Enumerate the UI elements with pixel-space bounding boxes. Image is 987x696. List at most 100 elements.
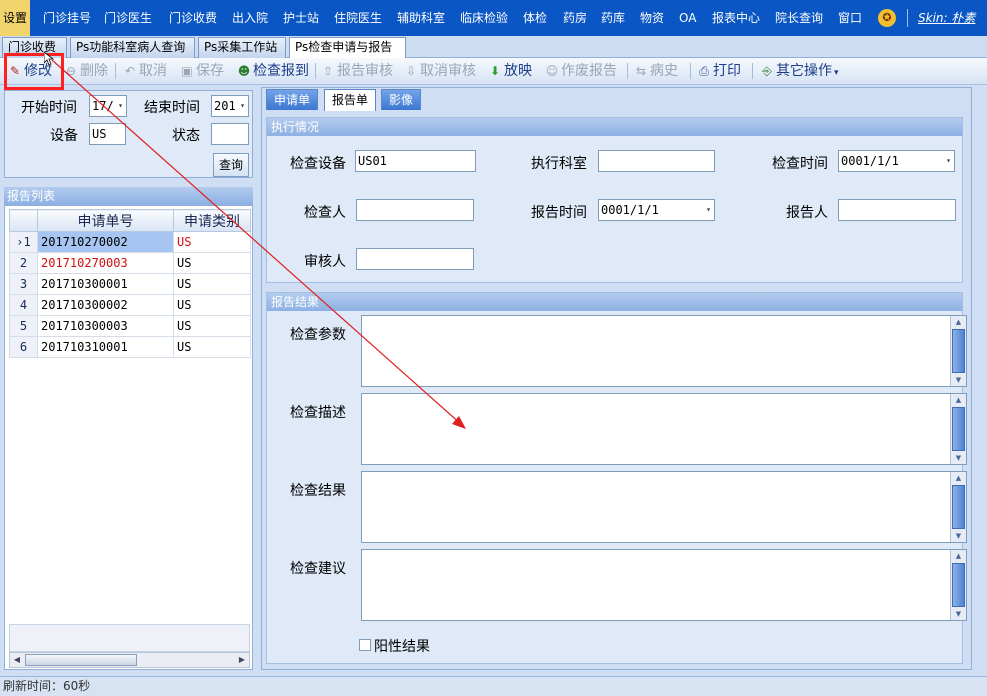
exam-desc-textarea[interactable]: ▲ ▼: [361, 393, 967, 465]
column-header-request-type[interactable]: 申请类别: [173, 209, 251, 232]
tab-images[interactable]: 影像: [381, 89, 422, 110]
exam-advice-textarea[interactable]: ▲ ▼: [361, 549, 967, 621]
table-row[interactable]: 4 201710300002 US: [9, 294, 251, 316]
scroll-up-icon[interactable]: ▲: [951, 472, 966, 484]
request-type-cell[interactable]: US: [173, 231, 251, 253]
menu-director-query[interactable]: 院长查询: [775, 0, 823, 36]
scrollbar-thumb[interactable]: [25, 654, 137, 666]
request-type-cell[interactable]: US: [173, 273, 251, 295]
menu-outpatient-charge[interactable]: 门诊收费: [169, 0, 217, 36]
table-row[interactable]: ›1 201710270002 US: [9, 231, 251, 253]
tab-report-form[interactable]: 报告单: [324, 89, 377, 111]
vertical-scrollbar[interactable]: ▲ ▼: [950, 472, 966, 542]
menu-inpatient-doctor[interactable]: 住院医生: [334, 0, 382, 36]
request-type-cell[interactable]: US: [173, 336, 251, 358]
checker-input[interactable]: [356, 199, 474, 221]
horizontal-scrollbar[interactable]: ◀ ▶: [9, 652, 250, 668]
scrollbar-thumb[interactable]: [952, 407, 965, 451]
exam-device-input[interactable]: US01: [355, 150, 476, 172]
menu-outpatient-registration[interactable]: 门诊挂号: [43, 0, 91, 36]
exam-time-picker[interactable]: 0001/1/1 ▾: [838, 150, 955, 172]
audit-report-button[interactable]: ⇧ 报告审核: [321, 61, 393, 81]
arrow-up-icon: ⇧: [322, 64, 334, 78]
scroll-left-icon[interactable]: ◀: [10, 653, 24, 667]
table-row[interactable]: 6 201710310001 US: [9, 336, 251, 358]
request-no-cell[interactable]: 201710270003: [37, 252, 174, 274]
scroll-up-icon[interactable]: ▲: [951, 316, 966, 328]
tab-function-dept-query[interactable]: Ps功能科室病人查询: [70, 37, 195, 58]
menu-clinical-lab[interactable]: 临床检验: [460, 0, 508, 36]
positive-result-label[interactable]: 阳性结果: [374, 636, 430, 656]
menu-outpatient-doctor[interactable]: 门诊医生: [104, 0, 152, 36]
menu-nurse-station[interactable]: 护士站: [283, 0, 319, 36]
menu-window[interactable]: 窗口: [838, 0, 862, 36]
scroll-up-icon[interactable]: ▲: [951, 394, 966, 406]
history-button[interactable]: ⇆ 病史: [634, 61, 678, 81]
end-time-picker[interactable]: 201 ▾: [211, 95, 249, 117]
save-button[interactable]: ▣ 保存: [180, 61, 224, 81]
scroll-down-icon[interactable]: ▼: [951, 530, 966, 542]
print-button[interactable]: ⎙ 打印: [697, 61, 741, 81]
exam-result-textarea[interactable]: ▲ ▼: [361, 471, 967, 543]
menu-report-center[interactable]: 报表中心: [712, 0, 760, 36]
skin-selector[interactable]: Skin: 朴素: [918, 0, 975, 36]
menu-admission[interactable]: 出入院: [232, 0, 268, 36]
request-no-cell[interactable]: 201710300001: [37, 273, 174, 295]
vertical-scrollbar[interactable]: ▲ ▼: [950, 394, 966, 464]
vertical-scrollbar[interactable]: ▲ ▼: [950, 316, 966, 386]
auditor-input[interactable]: [356, 248, 474, 270]
menu-oa[interactable]: OA: [679, 0, 696, 36]
exec-dept-input[interactable]: [598, 150, 715, 172]
scroll-down-icon[interactable]: ▼: [951, 608, 966, 620]
void-report-button[interactable]: ☺ 作废报告: [545, 61, 617, 81]
column-header-request-no[interactable]: 申请单号: [37, 209, 174, 232]
row-index: 2: [9, 252, 38, 274]
other-actions-menu[interactable]: ⎆ 其它操作 ▾: [760, 61, 838, 81]
release-button[interactable]: ⬇ 放映: [488, 61, 532, 81]
device-input[interactable]: US: [89, 123, 126, 145]
cancel-audit-button[interactable]: ⇩ 取消审核: [404, 61, 476, 81]
menu-pharmacy[interactable]: 药房: [563, 0, 587, 36]
request-no-cell[interactable]: 201710270002: [37, 231, 174, 253]
scrollbar-thumb[interactable]: [952, 485, 965, 529]
menu-physical-exam[interactable]: 体检: [523, 0, 547, 36]
scrollbar-thumb[interactable]: [952, 329, 965, 373]
start-time-picker[interactable]: 17/▾: [89, 95, 127, 117]
delete-button[interactable]: ⊖ 删除: [64, 61, 108, 81]
app-logo-icon[interactable]: ✪: [878, 9, 896, 27]
scrollbar-thumb[interactable]: [952, 563, 965, 607]
table-row[interactable]: 2 201710270003 US: [9, 252, 251, 274]
request-no-cell[interactable]: 201710300002: [37, 294, 174, 316]
exam-params-textarea[interactable]: ▲ ▼: [361, 315, 967, 387]
check-in-button[interactable]: ☻ 检查报到: [237, 61, 309, 81]
scroll-up-icon[interactable]: ▲: [951, 550, 966, 562]
cancel-button[interactable]: ↶ 取消: [123, 61, 167, 81]
status-input[interactable]: [211, 123, 249, 145]
menu-settings[interactable]: 设置: [0, 0, 31, 36]
scroll-right-icon[interactable]: ▶: [235, 653, 249, 667]
search-button[interactable]: 查询: [213, 153, 249, 177]
tab-request-form[interactable]: 申请单: [266, 89, 319, 110]
tab-exam-request-report[interactable]: Ps检查申请与报告: [289, 37, 406, 59]
request-type-cell[interactable]: US: [173, 294, 251, 316]
table-row[interactable]: 3 201710300001 US: [9, 273, 251, 295]
scroll-down-icon[interactable]: ▼: [951, 374, 966, 386]
menu-materials[interactable]: 物资: [640, 0, 664, 36]
scroll-down-icon[interactable]: ▼: [951, 452, 966, 464]
reporter-input[interactable]: [838, 199, 956, 221]
exam-time-label: 检查时间: [772, 156, 828, 172]
menu-drug-store[interactable]: 药库: [601, 0, 625, 36]
positive-result-checkbox[interactable]: [359, 639, 371, 651]
request-no-cell[interactable]: 201710300003: [37, 315, 174, 337]
tab-collection-workstation[interactable]: Ps采集工作站: [198, 37, 286, 58]
request-no-cell[interactable]: 201710310001: [37, 336, 174, 358]
menu-auxiliary-dept[interactable]: 辅助科室: [397, 0, 445, 36]
table-row[interactable]: 5 201710300003 US: [9, 315, 251, 337]
disk-icon: ▣: [181, 64, 193, 78]
undo-icon: ↶: [124, 64, 136, 78]
report-time-picker[interactable]: 0001/1/1 ▾: [598, 199, 715, 221]
chevron-down-icon: ▾: [240, 101, 245, 110]
request-type-cell[interactable]: US: [173, 252, 251, 274]
vertical-scrollbar[interactable]: ▲ ▼: [950, 550, 966, 620]
request-type-cell[interactable]: US: [173, 315, 251, 337]
